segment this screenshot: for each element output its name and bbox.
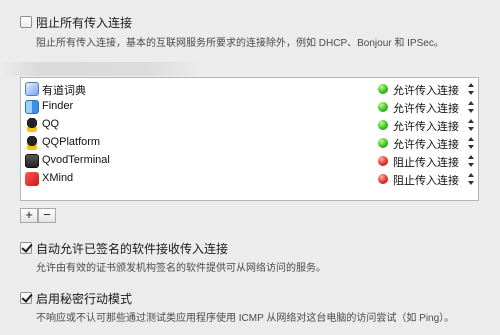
app-row[interactable]: Finder 允许传入连接 — [21, 98, 478, 116]
block-all-checkbox[interactable] — [20, 16, 32, 28]
allow-status-icon — [378, 120, 388, 130]
qq-icon — [25, 136, 39, 150]
app-row[interactable]: QQ 允许传入连接 — [21, 116, 478, 134]
block-all-description: 阻止所有传入连接，基本的互联网服务所要求的连接除外，例如 DHCP、Bonjou… — [36, 38, 444, 49]
background-ghost-row — [0, 62, 500, 76]
app-row[interactable]: QvodTerminal 阻止传入连接 — [21, 152, 478, 170]
finder-icon — [25, 100, 39, 114]
connection-status-select[interactable]: 允许传入连接 — [393, 118, 459, 134]
app-name: 有道词典 — [42, 85, 86, 97]
auto-allow-checkbox[interactable] — [20, 242, 32, 254]
allow-status-icon — [378, 84, 388, 94]
add-app-button[interactable]: + — [20, 208, 38, 223]
qq-icon — [25, 118, 39, 132]
connection-status-select[interactable]: 阻止传入连接 — [393, 172, 459, 188]
up-down-arrows-icon[interactable] — [467, 99, 475, 115]
block-all-label: 阻止所有传入连接 — [36, 16, 133, 30]
stealth-mode-checkbox[interactable] — [20, 292, 32, 304]
xmind-icon — [25, 172, 39, 186]
app-name: QQ — [42, 118, 60, 130]
up-down-arrows-icon[interactable] — [467, 135, 475, 151]
connection-status-select[interactable]: 允许传入连接 — [393, 136, 459, 152]
app-row[interactable]: QQPlatform 允许传入连接 — [21, 134, 478, 152]
app-name: Finder — [42, 100, 74, 112]
up-down-arrows-icon[interactable] — [467, 117, 475, 133]
up-down-arrows-icon[interactable] — [467, 153, 475, 169]
connection-status-select[interactable]: 允许传入连接 — [393, 82, 459, 98]
app-name: QQPlatform — [42, 136, 101, 148]
app-name: XMind — [42, 172, 74, 184]
stealth-mode-label: 启用秘密行动模式 — [36, 292, 133, 306]
youdao-dict-icon — [25, 82, 39, 96]
allow-status-icon — [378, 102, 388, 112]
up-down-arrows-icon[interactable] — [467, 81, 475, 97]
auto-allow-description: 允许由有效的证书颁发机构签名的软件提供可从网络访问的服务。 — [36, 263, 326, 274]
block-status-icon — [378, 174, 388, 184]
app-row[interactable]: 有道词典 允许传入连接 — [21, 80, 478, 98]
connection-status-select[interactable]: 阻止传入连接 — [393, 154, 459, 170]
auto-allow-label: 自动允许已签名的软件接收传入连接 — [36, 242, 229, 256]
connection-status-select[interactable]: 允许传入连接 — [393, 100, 459, 116]
allow-status-icon — [378, 138, 388, 148]
app-name: QvodTerminal — [42, 154, 110, 166]
qvod-icon — [25, 154, 39, 168]
up-down-arrows-icon[interactable] — [467, 171, 475, 187]
app-list[interactable]: 有道词典 允许传入连接 Finder 允许传入连接 QQ 允许传入连接 QQPlatform… — [20, 77, 479, 201]
app-row[interactable]: XMind 阻止传入连接 — [21, 170, 478, 188]
remove-app-button[interactable]: − — [38, 208, 56, 223]
stealth-mode-description: 不响应或不认可那些通过测试类应用程序使用 ICMP 从网络对这台电脑的访问尝试（… — [36, 313, 455, 324]
block-status-icon — [378, 156, 388, 166]
